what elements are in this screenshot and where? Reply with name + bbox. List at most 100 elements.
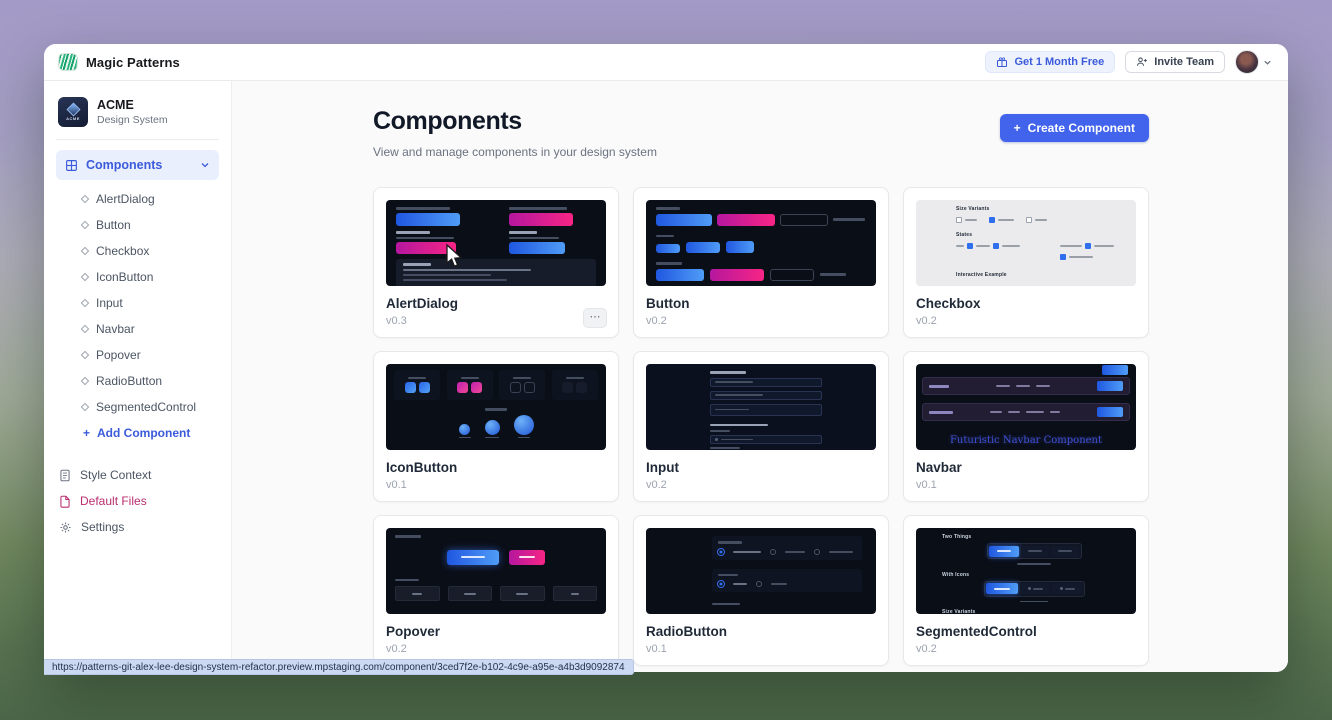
preview-button — [656, 269, 704, 281]
card-alertdialog[interactable]: AlertDialog v0.3 ⋯ — [373, 187, 619, 338]
style-context-label: Style Context — [80, 468, 151, 482]
preview-button — [509, 242, 565, 254]
decor-bar — [710, 447, 740, 449]
decor-bar — [1016, 385, 1030, 387]
card-input[interactable]: Input v0.2 — [633, 351, 889, 502]
navbar-preview[interactable]: Futuristic Navbar Component — [916, 364, 1136, 450]
sidebar-item-segmentedcontrol[interactable]: SegmentedControl — [56, 394, 219, 420]
sidebar-item-radiobutton[interactable]: RadioButton — [56, 368, 219, 394]
create-component-label: Create Component — [1028, 121, 1135, 135]
component-icon — [81, 325, 89, 333]
checkbox-preview[interactable]: Size Variants States — [916, 200, 1136, 286]
preview-navbar — [922, 403, 1130, 421]
decor-bar — [998, 219, 1014, 221]
decor-bar — [715, 394, 763, 396]
card-version: v0.2 — [916, 643, 1136, 655]
get-month-free-button[interactable]: Get 1 Month Free — [985, 51, 1115, 73]
preview-button — [1097, 381, 1123, 391]
decor-bar — [1058, 550, 1072, 552]
sidebar-item-iconbutton[interactable]: IconButton — [56, 264, 219, 290]
sidebar-item-popover[interactable]: Popover — [56, 342, 219, 368]
component-icon — [81, 377, 89, 385]
sidebar-item-navbar[interactable]: Navbar — [56, 316, 219, 342]
invite-team-button[interactable]: Invite Team — [1125, 51, 1225, 73]
sidebar-item-default-files[interactable]: Default Files — [56, 488, 219, 514]
decor-bar — [656, 262, 682, 265]
preview-heading: Two Things — [942, 534, 1126, 540]
sidebar-item-checkbox[interactable]: Checkbox — [56, 238, 219, 264]
sidebar: ACME ACME Design System Components Alert… — [44, 81, 232, 672]
sidebar-item-style-context[interactable]: Style Context — [56, 462, 219, 488]
card-navbar[interactable]: Futuristic Navbar Component Navbar v0.1 — [903, 351, 1149, 502]
segment-icon — [1060, 587, 1063, 590]
card-version: v0.2 — [646, 315, 876, 327]
input-icon — [715, 438, 718, 441]
decor-bar — [976, 245, 990, 247]
workspace-switcher[interactable]: ACME ACME Design System — [56, 93, 219, 140]
card-title: SegmentedControl — [916, 624, 1136, 639]
item-label: SegmentedControl — [96, 400, 196, 414]
checkbox-glyph — [956, 217, 962, 223]
create-component-button[interactable]: + Create Component — [1000, 114, 1149, 142]
preview-input — [710, 378, 822, 387]
sidebar-item-alertdialog[interactable]: AlertDialog — [56, 186, 219, 212]
card-radiobutton[interactable]: RadioButton v0.1 — [633, 515, 889, 666]
decor-bar — [509, 231, 537, 234]
decor-bar — [516, 593, 528, 595]
preview-group — [499, 370, 545, 400]
segment-active — [989, 546, 1019, 557]
plus-icon: + — [83, 426, 90, 440]
card-popover[interactable]: Popover v0.2 — [373, 515, 619, 666]
preview-group — [394, 370, 440, 400]
decor-bar — [1002, 245, 1020, 247]
sidebar-item-settings[interactable]: Settings — [56, 514, 219, 540]
decor-bar — [710, 424, 768, 427]
preview-button — [509, 550, 545, 565]
avatar — [1235, 50, 1259, 74]
sidebar-item-button[interactable]: Button — [56, 212, 219, 238]
radiobutton-preview[interactable] — [646, 528, 876, 614]
card-version: v0.1 — [916, 479, 1136, 491]
preview-input — [710, 435, 822, 444]
popover-preview[interactable] — [386, 528, 606, 614]
radio-glyph — [814, 549, 820, 555]
decor-bar — [1028, 550, 1042, 552]
brand[interactable]: Magic Patterns — [58, 53, 180, 71]
add-component-button[interactable]: +Add Component — [56, 420, 219, 446]
decor-bar — [656, 207, 680, 210]
card-version: v0.2 — [916, 315, 1136, 327]
radio-selected-glyph — [718, 581, 724, 587]
decor-bar — [833, 218, 865, 221]
card-version: v0.1 — [646, 643, 876, 655]
card-button[interactable]: Button v0.2 — [633, 187, 889, 338]
segment — [1021, 546, 1049, 557]
button-preview[interactable] — [646, 200, 876, 286]
input-preview[interactable] — [646, 364, 876, 450]
item-label: Popover — [96, 348, 141, 362]
card-checkbox[interactable]: Size Variants States — [903, 187, 1149, 338]
item-label: Checkbox — [96, 244, 149, 258]
decor-bar — [956, 245, 964, 247]
checkbox-checked-glyph — [967, 243, 973, 249]
sidebar-item-components[interactable]: Components — [56, 150, 219, 180]
card-iconbutton[interactable]: IconButton v0.1 — [373, 351, 619, 502]
preview-input — [710, 404, 822, 416]
preview-segmented-control — [987, 543, 1082, 559]
decor-bar — [403, 263, 431, 266]
card-menu-button[interactable]: ⋯ — [583, 308, 607, 328]
component-icon — [81, 299, 89, 307]
preview-segment — [395, 586, 440, 601]
decor-bar — [412, 593, 422, 595]
decor-bar — [990, 411, 1002, 413]
card-title: Checkbox — [916, 296, 1136, 311]
decor-bar — [519, 556, 535, 558]
checkbox-checked-glyph — [1085, 243, 1091, 249]
segmentedcontrol-preview[interactable]: Two Things With Icons — [916, 528, 1136, 614]
icon-button-glyph — [485, 420, 500, 435]
card-segmentedcontrol[interactable]: Two Things With Icons — [903, 515, 1149, 666]
alertdialog-preview[interactable] — [386, 200, 606, 286]
decor-bar — [715, 409, 749, 411]
iconbutton-preview[interactable] — [386, 364, 606, 450]
user-menu[interactable] — [1235, 50, 1272, 74]
sidebar-item-input[interactable]: Input — [56, 290, 219, 316]
